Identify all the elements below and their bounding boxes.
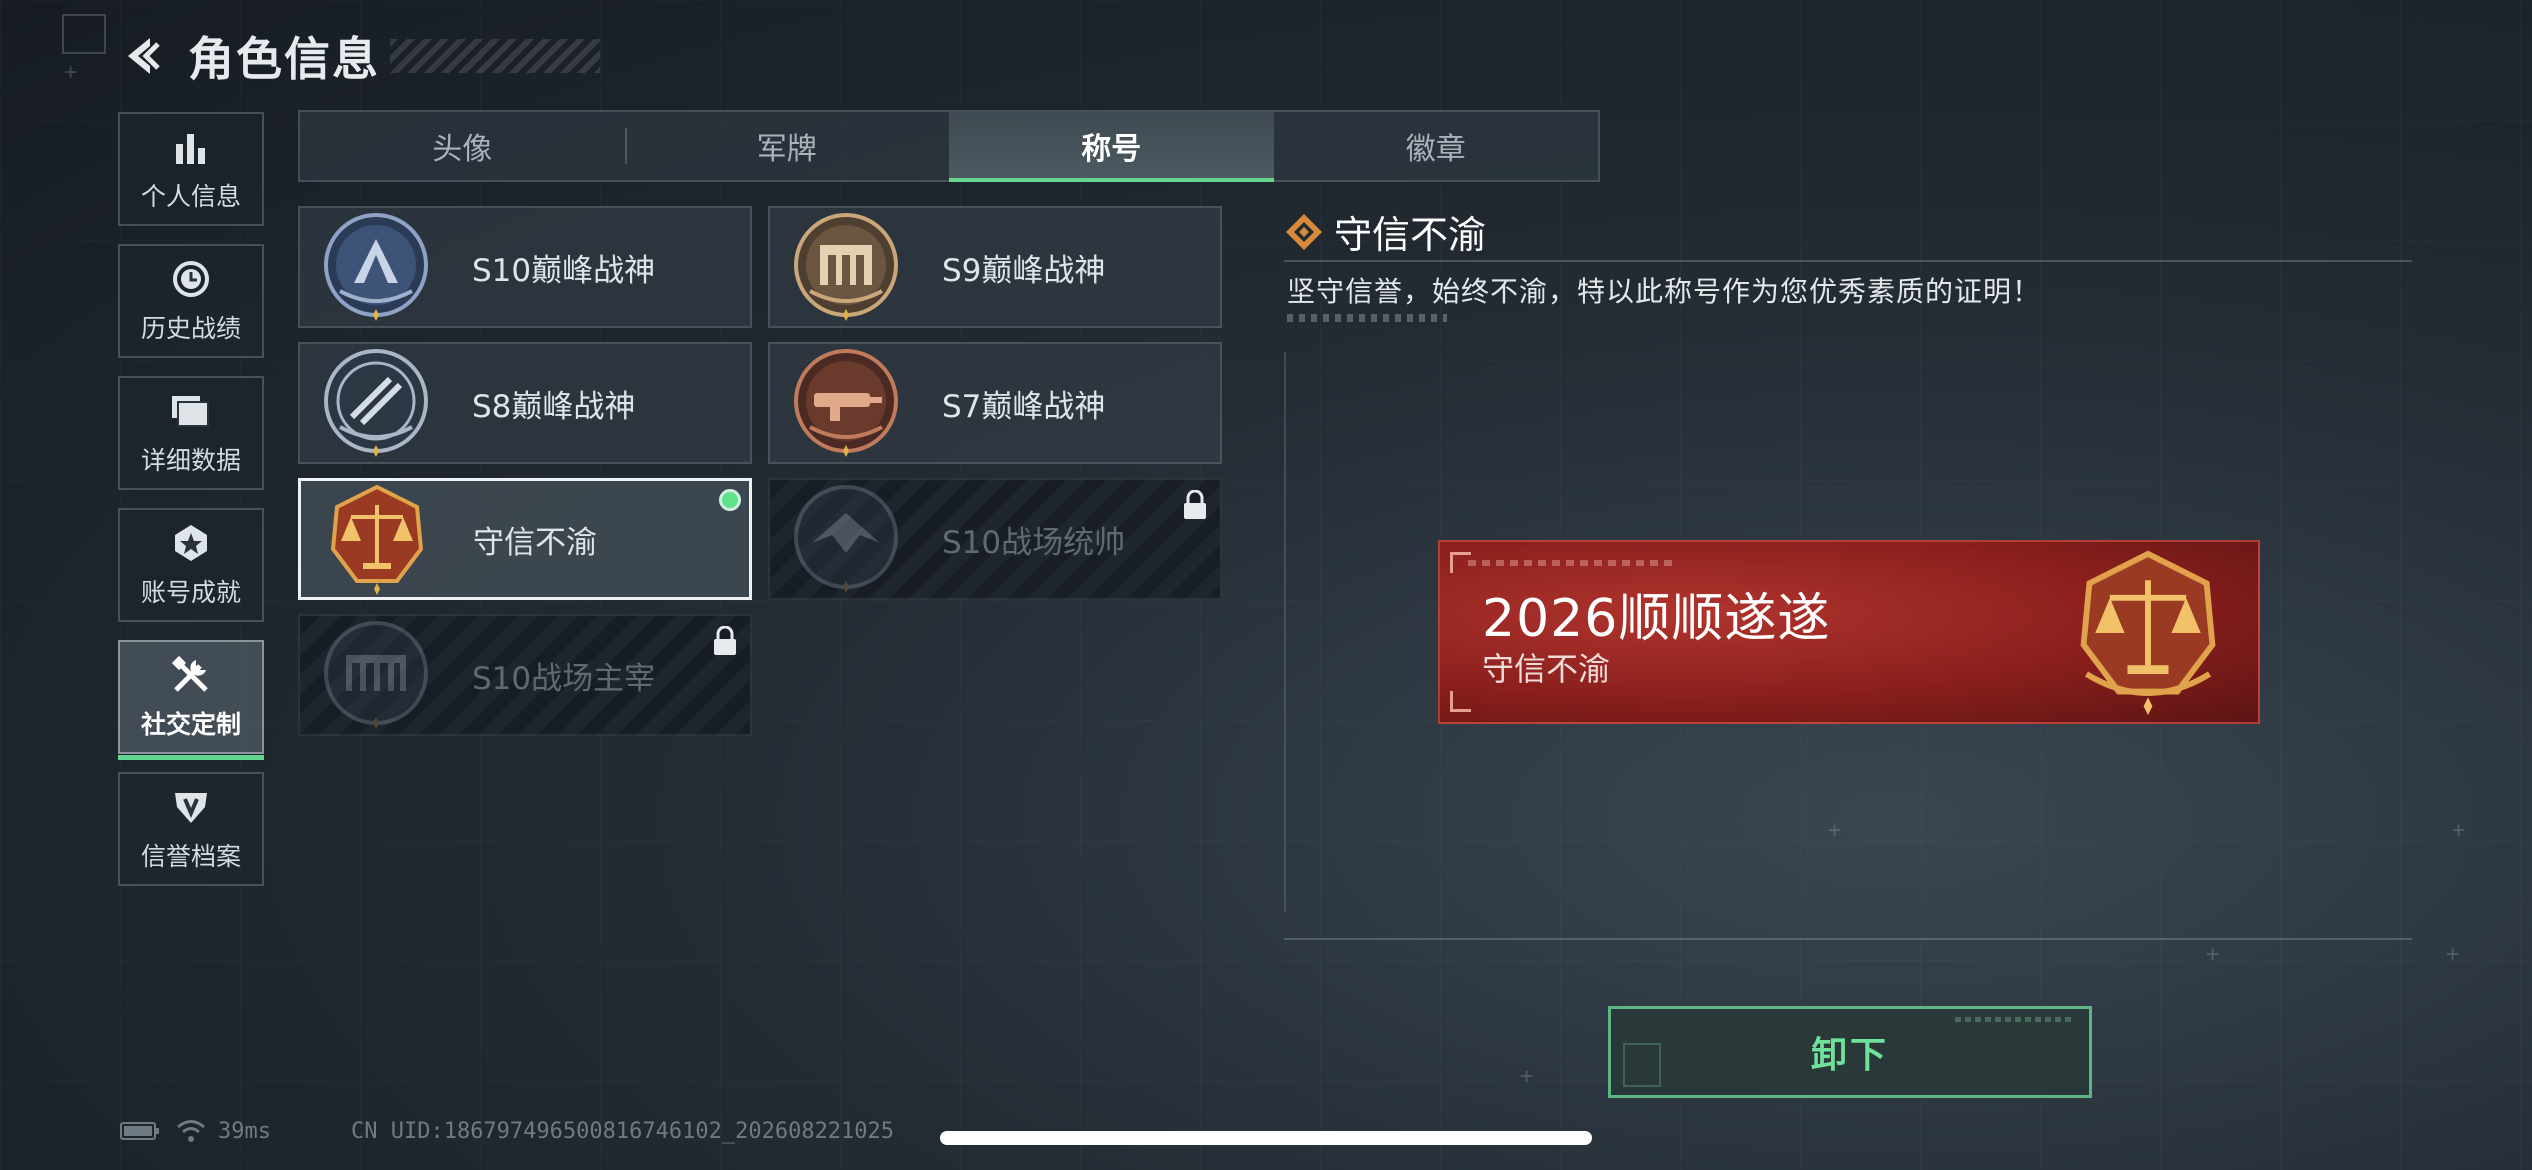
description-decoration — [1287, 314, 1447, 322]
title-name: S10战场统帅 — [942, 524, 1126, 561]
nameplate-sub-text: 守信不渝 — [1482, 650, 1611, 688]
title-name: 守信不渝 — [473, 524, 597, 561]
uid-text: CN UID:18679749650081674610​2_2026082210… — [350, 1118, 895, 1144]
decor-cross: + — [2446, 942, 2460, 967]
sidebar-item-personal-info[interactable]: 个人信息 — [118, 112, 264, 226]
title-card-s7-peak[interactable]: S7巅峰战神 — [768, 342, 1222, 464]
sidebar-item-label: 历史战绩 — [140, 314, 241, 343]
divider — [1284, 260, 2412, 262]
wifi-icon — [177, 1120, 205, 1142]
title-card-keep-faith[interactable]: 守信不渝 — [298, 478, 752, 600]
s10-dominator-badge-icon — [324, 621, 428, 729]
title-name: S9巅峰战神 — [942, 252, 1106, 289]
title-card-s10-dominator[interactable]: S10战场主宰 — [298, 614, 752, 736]
sidebar-item-label: 详细数据 — [140, 446, 241, 475]
divider — [1284, 938, 2412, 940]
back-arrow-icon[interactable] — [118, 32, 166, 80]
tab-dogtag[interactable]: 军牌 — [624, 112, 950, 180]
folder-icon — [169, 389, 213, 433]
decor-cross: + — [2452, 818, 2466, 843]
title-card-s10-peak[interactable]: S10巅峰战神 — [298, 206, 752, 328]
title-name: S10巅峰战神 — [472, 252, 656, 289]
tab-bar: 头像 军牌 称号 徽章 — [298, 110, 1600, 182]
lock-icon — [714, 626, 736, 655]
page-header: 角色信息 — [118, 20, 600, 92]
tab-title[interactable]: 称号 — [949, 112, 1274, 182]
decor-cross: + — [1828, 818, 1842, 843]
title-decoration — [390, 39, 600, 73]
sidebar-item-label: 个人信息 — [140, 182, 241, 211]
reputation-icon — [169, 785, 213, 829]
home-indicator[interactable] — [940, 1131, 1592, 1145]
s10-peak-badge-icon — [324, 213, 428, 321]
tab-avatar[interactable]: 头像 — [300, 112, 625, 180]
sidebar-item-detailed-data[interactable]: 详细数据 — [118, 376, 264, 490]
button-decoration — [1623, 1043, 1661, 1087]
detail-title: 守信不渝 — [1334, 213, 1487, 257]
battery-icon — [120, 1122, 159, 1140]
scales-badge-icon — [330, 484, 424, 595]
nameplate-decoration — [1468, 560, 1678, 566]
sidebar-item-reputation[interactable]: 信誉档案 — [118, 772, 264, 886]
tab-badge[interactable]: 徽章 — [1274, 112, 1599, 180]
title-card-s8-peak[interactable]: S8巅峰战神 — [298, 342, 752, 464]
title-card-s9-peak[interactable]: S9巅峰战神 — [768, 206, 1222, 328]
s7-peak-badge-icon — [794, 349, 898, 457]
preview-frame — [1284, 352, 1286, 912]
detail-description: 坚守信誉，始终不渝，特以此称号作为您优秀素质的证明！ — [1287, 275, 2042, 308]
title-name: S7巅峰战神 — [942, 388, 1106, 425]
nameplate-main-text: 2026顺顺遂遂 — [1482, 589, 1831, 649]
detail-header: 守信不渝 — [1284, 204, 1486, 259]
title-name: S10战场主宰 — [472, 660, 656, 697]
button-decoration — [1955, 1017, 2075, 1022]
ping-value: 39ms — [218, 1118, 271, 1144]
page-title: 角色信息 — [188, 32, 380, 86]
decor-cross: + — [64, 60, 78, 85]
unequip-button[interactable]: 卸下 — [1608, 1006, 2092, 1098]
equipped-indicator — [719, 489, 741, 511]
sidebar-item-achievements[interactable]: 账号成就 — [118, 508, 264, 622]
title-name: S8巅峰战神 — [472, 388, 636, 425]
scales-badge-icon — [2080, 550, 2216, 715]
sidebar-item-social-custom[interactable]: 社交定制 — [118, 640, 264, 760]
s9-peak-badge-icon — [794, 213, 898, 321]
diamond-icon — [1286, 213, 1322, 250]
tools-icon — [169, 653, 213, 697]
achievement-icon — [169, 521, 213, 565]
s10-commander-badge-icon — [794, 485, 898, 593]
clock-history-icon — [169, 257, 213, 301]
sidebar-item-label: 信誉档案 — [140, 842, 241, 871]
sidebar-item-label: 社交定制 — [140, 710, 241, 739]
decor-cross: + — [2206, 942, 2220, 967]
sidebar: 个人信息 历史战绩 详细数据 账号成就 社交定制 信誉档案 — [118, 112, 266, 904]
status-bar: 39ms CN UID:18679749650081674610​2_20260… — [120, 1118, 894, 1144]
sidebar-item-match-history[interactable]: 历史战绩 — [118, 244, 264, 358]
lock-icon — [1184, 490, 1206, 519]
corner-decoration — [62, 14, 106, 54]
title-card-s10-commander[interactable]: S10战场统帅 — [768, 478, 1222, 600]
title-nameplate-preview: 2026顺顺遂遂 守信不渝 — [1438, 540, 2260, 724]
unequip-button-label: 卸下 — [1810, 1035, 1889, 1076]
s8-peak-badge-icon — [324, 349, 428, 457]
sidebar-item-label: 账号成就 — [140, 578, 241, 607]
decor-cross: + — [1520, 1064, 1534, 1089]
bar-chart-icon — [169, 125, 213, 169]
